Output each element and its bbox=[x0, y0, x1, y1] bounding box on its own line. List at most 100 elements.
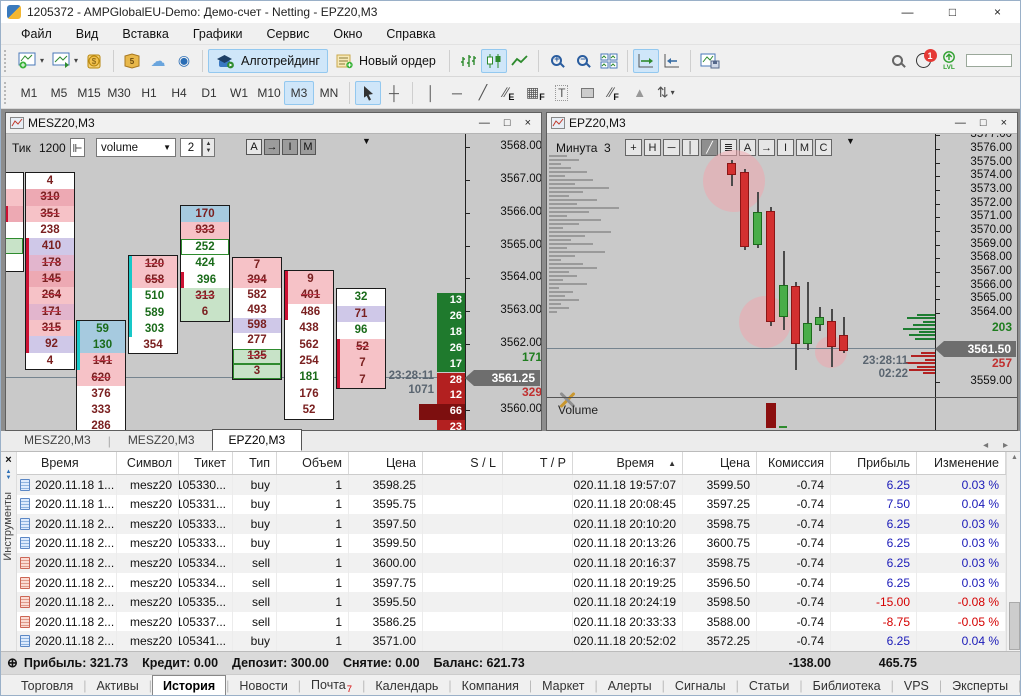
table-row[interactable]: 2020.11.18 2... mesz20 105334... sell 1 3600.… bbox=[17, 553, 1006, 573]
bottom-tab-алерты[interactable]: Алерты bbox=[598, 676, 662, 695]
bottom-tab-маркет[interactable]: Маркет bbox=[532, 676, 594, 695]
cursor-tool-button[interactable] bbox=[355, 80, 381, 105]
timeframe-m15[interactable]: M15 bbox=[74, 81, 104, 105]
timeframe-w1[interactable]: W1 bbox=[224, 81, 254, 105]
column-header-9[interactable]: Цена bbox=[683, 452, 757, 474]
fibo-channel-tool[interactable]: ∕∕F bbox=[601, 81, 627, 105]
column-header-8[interactable]: Время ▲ bbox=[573, 452, 683, 474]
broadcast-button[interactable]: ◉ bbox=[171, 49, 197, 73]
bottom-tab-торговля[interactable]: Торговля bbox=[11, 676, 83, 695]
bottom-tab-статьи[interactable]: Статьи bbox=[739, 676, 800, 695]
expand-icon[interactable]: ⊕ bbox=[7, 655, 18, 671]
zoom-in-button[interactable]: + bbox=[544, 49, 570, 73]
minimize-button[interactable]: — bbox=[885, 1, 930, 23]
horizontal-line-tool[interactable]: ─ bbox=[444, 81, 470, 105]
bottom-tab-библиотека[interactable]: Библиотека bbox=[803, 676, 891, 695]
trendline-tool[interactable]: ╱ bbox=[470, 81, 496, 105]
column-header-6[interactable]: S / L bbox=[423, 452, 503, 474]
menu-item-окно[interactable]: Окно bbox=[321, 24, 374, 44]
zoom-out-button[interactable]: − bbox=[570, 49, 596, 73]
fibonacci-tool[interactable]: ▦F bbox=[522, 81, 549, 105]
bottom-tab-сигналы[interactable]: Сигналы bbox=[665, 676, 736, 695]
toolbar-grip[interactable] bbox=[4, 81, 9, 104]
table-row[interactable]: 2020.11.18 1... mesz20 105331... buy 1 3595.7… bbox=[17, 494, 1006, 515]
community-button[interactable]: ☁ bbox=[145, 49, 171, 73]
volume-pane-separator[interactable] bbox=[547, 397, 1017, 398]
tab-scroll-arrows[interactable]: ◂ ▸ bbox=[983, 440, 1020, 451]
symbols-button[interactable]: $ bbox=[82, 49, 108, 73]
chart-toolbar-button-8[interactable]: I bbox=[777, 139, 794, 156]
bottom-tab-новости[interactable]: Новости bbox=[229, 676, 297, 695]
timeframe-d1[interactable]: D1 bbox=[194, 81, 224, 105]
period-dropdown[interactable]: volume ▼ bbox=[96, 138, 176, 157]
timeframe-m30[interactable]: M30 bbox=[104, 81, 134, 105]
chart-close-button[interactable]: × bbox=[1001, 117, 1007, 129]
bottom-tab-vps[interactable]: VPS bbox=[894, 676, 939, 695]
spinner-arrows[interactable]: ▲ ▼ bbox=[202, 138, 215, 157]
chart-tab-mesz20-m3[interactable]: MESZ20,M3 bbox=[111, 429, 212, 451]
chart-titlebar[interactable]: EPZ20,M3 — □ × bbox=[547, 113, 1017, 134]
mode-button-I[interactable]: I bbox=[282, 139, 298, 155]
chart-maximize-button[interactable]: □ bbox=[504, 117, 511, 129]
menu-item-справка[interactable]: Справка bbox=[374, 24, 447, 44]
column-header-11[interactable]: Прибыль bbox=[831, 452, 917, 474]
bottom-tab-активы[interactable]: Активы bbox=[86, 676, 148, 695]
instruments-strip-label[interactable]: Инструменты bbox=[2, 492, 14, 561]
chart-minimize-button[interactable]: — bbox=[479, 117, 490, 129]
crosshair-tool-button[interactable]: ┼ bbox=[381, 81, 407, 105]
table-row[interactable]: 2020.11.18 2... mesz20 105337... sell 1 3586.… bbox=[17, 611, 1006, 632]
table-row[interactable]: 2020.11.18 2... mesz20 105334... sell 1 3597.… bbox=[17, 572, 1006, 593]
table-scrollbar[interactable]: ▲ ▼ bbox=[1006, 452, 1020, 674]
chart-toolbar-button-7[interactable]: → bbox=[758, 139, 775, 156]
table-row[interactable]: 2020.11.18 2... mesz20 105333... buy 1 3597.5… bbox=[17, 514, 1006, 534]
timeframe-h4[interactable]: H4 bbox=[164, 81, 194, 105]
timeframe-m5[interactable]: M5 bbox=[44, 81, 74, 105]
menu-item-файл[interactable]: Файл bbox=[9, 24, 64, 44]
auto-scroll-button[interactable] bbox=[632, 48, 659, 73]
column-header-12[interactable]: Изменение bbox=[917, 452, 1006, 474]
new-chart-button[interactable]: ▾ bbox=[14, 49, 48, 73]
candle-chart-area[interactable]: Минута 3 ▼ + H ─ │ ╱ ≣ A → I M C 3577.00 3576.00 3575… bbox=[547, 134, 1017, 430]
chart-toolbar-button-10[interactable]: C bbox=[815, 139, 832, 156]
chart-toolbar-button-2[interactable]: ─ bbox=[663, 139, 680, 156]
tile-windows-button[interactable] bbox=[596, 49, 622, 73]
algotrading-button[interactable]: Алготрейдинг bbox=[208, 48, 328, 73]
triangle-tool[interactable]: ▲ bbox=[627, 81, 653, 105]
vertical-line-tool[interactable]: │ bbox=[418, 81, 444, 105]
bottom-tab-компания[interactable]: Компания bbox=[452, 676, 529, 695]
column-header-4[interactable]: Объем bbox=[277, 452, 349, 474]
menu-item-графики[interactable]: Графики bbox=[181, 24, 255, 44]
open-profile-button[interactable]: ▾ bbox=[48, 49, 82, 73]
scroll-thumb[interactable] bbox=[1009, 602, 1020, 650]
chart-maximize-button[interactable]: □ bbox=[980, 117, 987, 129]
bottom-tab-почта[interactable]: Почта7 bbox=[301, 675, 362, 696]
line-chart-button[interactable] bbox=[507, 49, 533, 73]
new-order-button[interactable]: Новый ордер bbox=[328, 49, 444, 73]
mode-button-→[interactable]: → bbox=[264, 139, 280, 155]
toolbox-close-button[interactable]: × bbox=[1, 452, 16, 466]
column-header-2[interactable]: Тикет bbox=[179, 452, 233, 474]
menu-item-вставка[interactable]: Вставка bbox=[110, 24, 180, 44]
step-button[interactable]: ⊩ bbox=[70, 138, 85, 157]
column-header-7[interactable]: T / P bbox=[503, 452, 573, 474]
mode-button-A[interactable]: A bbox=[246, 139, 262, 155]
chart-titlebar[interactable]: MESZ20,M3 — □ × bbox=[6, 113, 541, 134]
chart-toolbar-button-4[interactable]: ╱ bbox=[701, 139, 718, 156]
table-row[interactable]: 2020.11.18 2... mesz20 105335... sell 1 3595.… bbox=[17, 592, 1006, 612]
chart-close-button[interactable]: × bbox=[525, 117, 531, 129]
bar-chart-button[interactable] bbox=[455, 49, 481, 73]
account-button[interactable]: 1 bbox=[910, 49, 937, 73]
templates-button[interactable] bbox=[696, 49, 724, 73]
bottom-tab-эксперты[interactable]: Эксперты bbox=[942, 676, 1018, 695]
close-button[interactable]: × bbox=[975, 1, 1020, 23]
depth-spinner[interactable]: 2 bbox=[180, 138, 202, 157]
menu-item-вид[interactable]: Вид bbox=[64, 24, 111, 44]
table-row[interactable]: 2020.11.18 2... mesz20 105333... buy 1 3599.5… bbox=[17, 533, 1006, 554]
timeframe-m3[interactable]: M3 bbox=[284, 80, 314, 105]
column-header-3[interactable]: Тип bbox=[233, 452, 277, 474]
timeframe-mn[interactable]: MN bbox=[314, 81, 344, 105]
mode-button-M[interactable]: M bbox=[300, 139, 316, 155]
arrows-tool[interactable]: ⇅ ▾ bbox=[653, 81, 679, 105]
timeframe-m10[interactable]: M10 bbox=[254, 81, 284, 105]
splitter-arrows-icon[interactable]: ▲ ▼ bbox=[1, 469, 16, 481]
